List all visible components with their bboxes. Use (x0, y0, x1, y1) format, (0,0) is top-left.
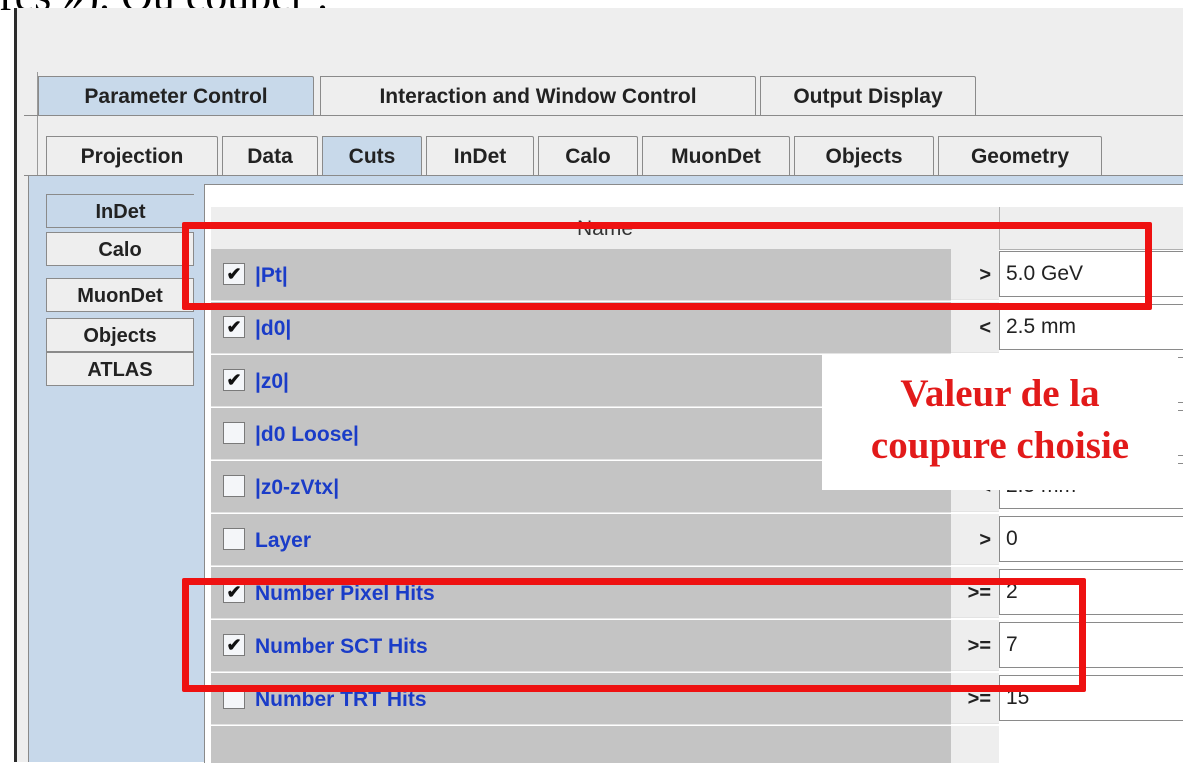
tab-geometry[interactable]: Geometry (938, 136, 1102, 176)
annotation-callout: Valeur de la coupure choisie (822, 354, 1178, 490)
annotation-line-2: coupure choisie (870, 424, 1130, 467)
value-field[interactable]: 0 (999, 516, 1183, 562)
tab-row-divider (24, 115, 1183, 116)
table-row-partial (211, 726, 1183, 763)
value-field[interactable]: 2.5 mm (999, 304, 1183, 350)
tab-parameter-control[interactable]: Parameter Control (38, 76, 314, 116)
row-checkbox[interactable] (223, 528, 245, 550)
side-tab-calo[interactable]: Calo (46, 232, 194, 266)
annotation-line-1: Valeur de la (900, 372, 1100, 415)
row-checkbox[interactable]: ✔ (223, 316, 245, 338)
name-cell (211, 726, 951, 763)
tab-data[interactable]: Data (222, 136, 318, 176)
tab-output-display[interactable]: Output Display (760, 76, 976, 116)
row-checkbox[interactable] (223, 475, 245, 497)
operator-cell: > (951, 514, 999, 565)
tab-projection[interactable]: Projection (46, 136, 218, 176)
operator-cell (951, 726, 999, 763)
highlight-box-pt (182, 222, 1152, 310)
row-checkbox[interactable] (223, 422, 245, 444)
row-label: |d0 Loose| (255, 423, 359, 446)
side-tab-objects[interactable]: Objects (46, 318, 194, 352)
side-tab-atlas[interactable]: ATLAS (46, 352, 194, 386)
tab-cuts[interactable]: Cuts (322, 136, 422, 176)
tab-muondet[interactable]: MuonDet (642, 136, 790, 176)
tab-indet[interactable]: InDet (426, 136, 534, 176)
row-label: |z0| (255, 370, 289, 393)
row-label: Layer (255, 529, 312, 552)
tab-interaction-and-window-control[interactable]: Interaction and Window Control (320, 76, 756, 116)
tab-calo[interactable]: Calo (538, 136, 638, 176)
side-tab-indet[interactable]: InDet (46, 194, 194, 228)
side-tab-muondet[interactable]: MuonDet (46, 278, 194, 312)
row-label: |z0-zVtx| (255, 476, 340, 499)
row-checkbox[interactable]: ✔ (223, 369, 245, 391)
highlight-box-hits (182, 578, 1086, 692)
tab-objects[interactable]: Objects (794, 136, 934, 176)
table-row: Layer > 0 (211, 514, 1183, 566)
name-cell: Layer (211, 514, 951, 566)
